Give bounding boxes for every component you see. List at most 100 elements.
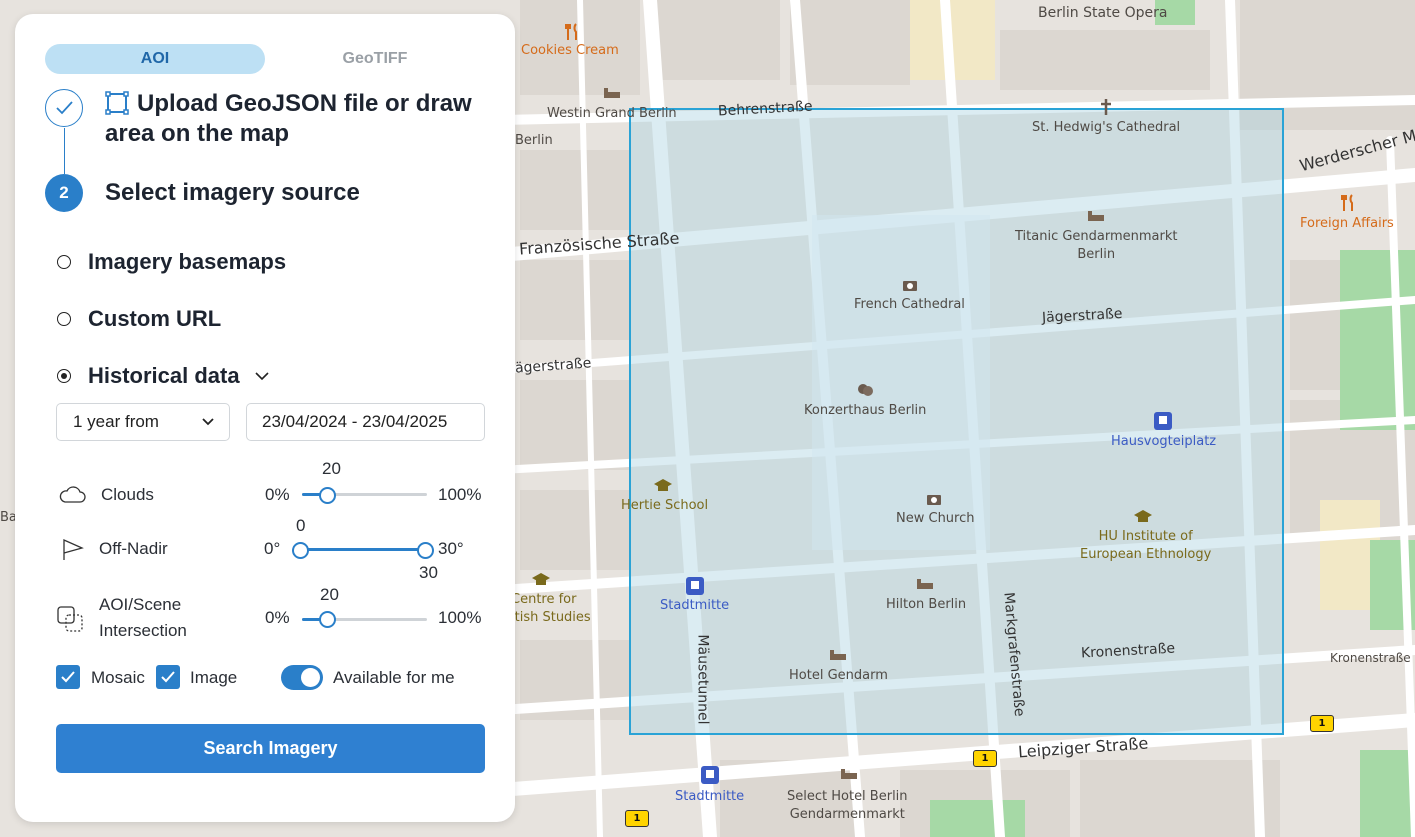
clouds-slider-thumb[interactable] — [319, 487, 336, 504]
intersection-value: 20 — [320, 585, 339, 604]
off-nadir-slider-fill — [299, 548, 427, 551]
map-label-westin-grand-berlin: Westin Grand Berlin — [547, 106, 677, 121]
road-number-badge: 1 — [973, 750, 997, 767]
step-connector — [64, 128, 65, 174]
select-line2: Gendarmenmarkt — [789, 806, 905, 822]
hotel-icon — [1088, 211, 1104, 221]
radio-button[interactable] — [57, 312, 71, 326]
intersection-label: AOI/Scene Intersection — [99, 595, 187, 640]
train-station-icon — [1154, 412, 1172, 430]
map-label-stadtmitte-2: Stadtmitte — [675, 789, 745, 804]
radio-label: Historical data — [88, 363, 240, 388]
mosaic-label: Mosaic — [91, 668, 145, 687]
radio-historical-data[interactable]: Historical data — [57, 363, 270, 389]
period-select-value: 1 year from — [73, 412, 159, 431]
period-select[interactable]: 1 year from — [56, 403, 230, 441]
step-2-title: Select imagery source — [105, 179, 360, 206]
map-label-foreign-affairs: Foreign Affairs — [1300, 216, 1394, 231]
source-tabs: AOI GeoTIFF — [45, 44, 485, 74]
train-station-icon — [701, 766, 719, 784]
map-label-french-cathedral: French Cathedral — [854, 297, 965, 312]
off-nadir-label: Off-Nadir — [99, 539, 168, 558]
step-1-complete-icon — [45, 89, 83, 127]
map-label-titanic-gendarmenmarkt: Titanic Gendarmenmarkt Berlin — [1015, 228, 1178, 263]
restaurant-icon — [1341, 194, 1353, 211]
cloud-icon — [59, 486, 86, 503]
radio-custom-url[interactable]: Custom URL — [57, 306, 221, 332]
map-label-centre-for-british-studies: Centre for itish Studies — [511, 591, 591, 626]
map-label-hausvogteiplatz: Hausvogteiplatz — [1111, 434, 1217, 449]
titanic-line2: Berlin — [1077, 246, 1116, 262]
train-station-icon — [686, 577, 704, 595]
map-label-select-hotel: Select Hotel Berlin Gendarmenmarkt — [787, 788, 908, 823]
school-icon — [532, 573, 550, 585]
image-label: Image — [190, 668, 238, 687]
draw-area-icon — [105, 91, 129, 115]
check-icon — [56, 101, 73, 115]
clouds-value: 20 — [322, 459, 341, 478]
map-label-hertie-school: Hertie School — [621, 498, 709, 513]
select-line1: Select Hotel Berlin — [787, 789, 908, 804]
radio-label: Custom URL — [88, 306, 222, 331]
tab-geotiff[interactable]: GeoTIFF — [265, 44, 485, 74]
centre-line1: Centre for — [511, 592, 577, 607]
off-nadir-min: 0° — [264, 539, 281, 558]
road-number-badge: 1 — [1310, 715, 1334, 732]
off-nadir-slider-low-thumb[interactable] — [292, 542, 309, 559]
clouds-max: 100% — [438, 485, 482, 504]
map-label-berlin: Berlin — [515, 133, 553, 148]
church-cross-icon — [1101, 99, 1111, 115]
step-1-text: Upload GeoJSON file or draw area on the … — [105, 90, 472, 147]
camera-icon — [903, 281, 917, 291]
chevron-down-icon[interactable] — [254, 368, 270, 384]
chevron-down-icon — [202, 418, 214, 426]
map-label-st-hedwigs-cathedral: St. Hedwig's Cathedral — [1032, 120, 1181, 135]
check-icon — [61, 671, 75, 683]
available-for-me-toggle[interactable] — [281, 665, 323, 690]
map-label-hilton-berlin: Hilton Berlin — [886, 597, 967, 612]
map-label-konzerthaus-berlin: Konzerthaus Berlin — [804, 403, 927, 418]
intersection-min: 0% — [265, 608, 290, 627]
clouds-min: 0% — [265, 485, 290, 504]
theatre-icon — [858, 384, 873, 396]
off-nadir-max: 30° — [438, 539, 464, 558]
off-nadir-icon — [63, 538, 84, 560]
hotel-icon — [841, 769, 857, 779]
available-for-me-label: Available for me — [333, 668, 455, 687]
check-icon — [161, 671, 175, 683]
clouds-label: Clouds — [101, 485, 154, 504]
off-nadir-low-value: 0 — [296, 516, 306, 535]
off-nadir-high-value: 30 — [419, 563, 438, 582]
step-1-title: Upload GeoJSON file or draw area on the … — [105, 89, 495, 149]
radio-button-checked[interactable] — [57, 369, 71, 383]
centre-line2: itish Studies — [511, 609, 591, 625]
radio-button[interactable] — [57, 255, 71, 269]
tab-aoi[interactable]: AOI — [45, 44, 265, 74]
hu-line2: European Ethnology — [1080, 546, 1212, 562]
date-range-value: 23/04/2024 - 23/04/2025 — [262, 412, 448, 431]
map-label-berlin-state-opera: Berlin State Opera — [1038, 5, 1168, 21]
restaurant-icon — [565, 23, 577, 40]
off-nadir-slider-high-thumb[interactable] — [417, 542, 434, 559]
titanic-line1: Titanic Gendarmenmarkt — [1015, 229, 1178, 244]
hu-line1: HU Institute of — [1098, 529, 1193, 544]
map-label-mauseltunnel: Mäusetunnel — [694, 634, 711, 725]
hotel-icon — [830, 650, 846, 660]
map-label-hotel-gendarm: Hotel Gendarm — [789, 668, 888, 683]
imagery-search-panel: AOI GeoTIFF Upload GeoJSON file or draw … — [15, 14, 515, 822]
mosaic-checkbox[interactable] — [56, 665, 80, 689]
road-number-badge: 1 — [625, 810, 649, 827]
step-2-number: 2 — [45, 174, 83, 212]
school-icon — [654, 479, 672, 491]
search-imagery-button[interactable]: Search Imagery — [56, 724, 485, 773]
radio-label: Imagery basemaps — [88, 249, 287, 274]
intersection-icon — [57, 606, 83, 632]
hotel-icon — [917, 579, 933, 589]
map-label-new-church: New Church — [896, 511, 975, 526]
date-range-input[interactable]: 23/04/2024 - 23/04/2025 — [246, 403, 485, 441]
map-label-stadtmitte: Stadtmitte — [660, 598, 730, 613]
image-checkbox[interactable] — [156, 665, 180, 689]
intersection-slider-thumb[interactable] — [319, 611, 336, 628]
radio-imagery-basemaps[interactable]: Imagery basemaps — [57, 249, 286, 275]
map-label-kronenstrasse-2: Kronenstraße — [1330, 651, 1411, 665]
